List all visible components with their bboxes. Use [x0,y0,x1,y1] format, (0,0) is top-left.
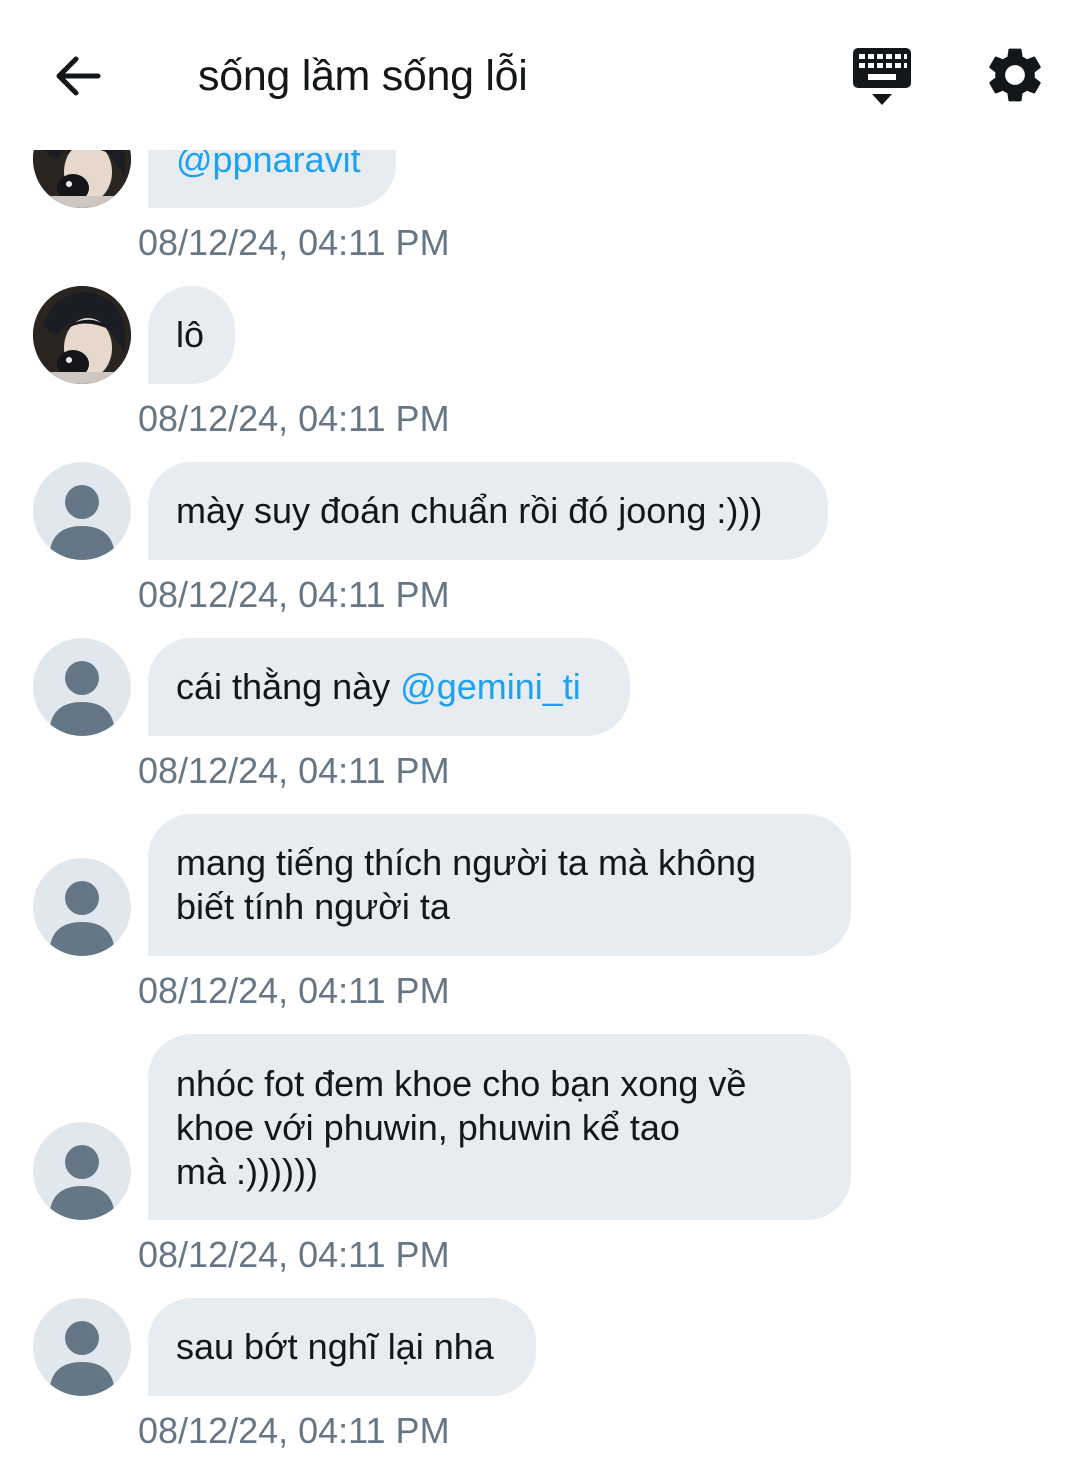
message-bubble[interactable]: mày suy đoán chuẩn rồi đó joong :))) [148,462,828,560]
gear-icon [989,48,1041,102]
avatar[interactable] [33,1298,131,1396]
message-text: lô [176,314,205,355]
message-timestamp: 08/12/24, 04:11 PM [138,574,450,615]
message-bubble[interactable]: sau bớt nghĩ lại nha [148,1298,536,1396]
message-bubble[interactable]: lô [148,286,235,384]
message-timestamp: 08/12/24, 04:11 PM [138,970,450,1011]
message-timestamp: 08/12/24, 04:11 PM [138,1410,450,1451]
default-avatar-icon [49,661,115,736]
message-bubble[interactable]: cái thằng này @gemini_ti [148,638,630,736]
message-text-line: mà :)))))) [176,1151,318,1192]
back-button[interactable] [48,48,108,104]
keyboard-button[interactable] [848,44,916,108]
message-list[interactable]: @ppnaravit 08/12/24, 04:11 PM lô 08/12/2… [0,0,1080,1470]
message-text-line: biết tính người ta [176,886,450,927]
default-avatar-icon [49,485,115,560]
default-avatar-icon [49,1145,115,1220]
message-timestamp: 08/12/24, 04:11 PM [138,222,450,263]
avatar[interactable] [33,462,131,560]
avatar[interactable] [33,1122,131,1220]
settings-button[interactable] [982,42,1048,108]
message-text-line: khoe với phuwin, phuwin kể tao [176,1107,680,1148]
default-avatar-icon [49,1321,115,1396]
message-bubble[interactable]: mang tiếng thích người ta mà không biết … [148,814,851,956]
message-text: mày suy đoán chuẩn rồi đó joong :))) [176,490,763,531]
avatar[interactable] [33,286,131,384]
message-text: cái thằng này [176,666,401,707]
message-text: sau bớt nghĩ lại nha [176,1326,494,1367]
message-timestamp: 08/12/24, 04:11 PM [138,1234,450,1275]
keyboard-icon [853,48,911,105]
mention-link[interactable]: @gemini_ti [400,666,581,707]
avatar[interactable] [33,858,131,956]
conversation-title: sống lầm sống lỗi [198,52,528,100]
message-timestamp: 08/12/24, 04:11 PM [138,398,450,439]
arrow-left-icon [56,56,101,96]
message-text-line: mang tiếng thích người ta mà không [176,842,757,883]
message-bubble[interactable]: nhóc fot đem khoe cho bạn xong về khoe v… [148,1034,851,1220]
message-timestamp: 08/12/24, 04:11 PM [138,750,450,791]
message-text-line: nhóc fot đem khoe cho bạn xong về [176,1063,747,1104]
avatar[interactable] [33,638,131,736]
default-avatar-icon [49,881,115,956]
app-header: sống lầm sống lỗi [0,0,1080,150]
